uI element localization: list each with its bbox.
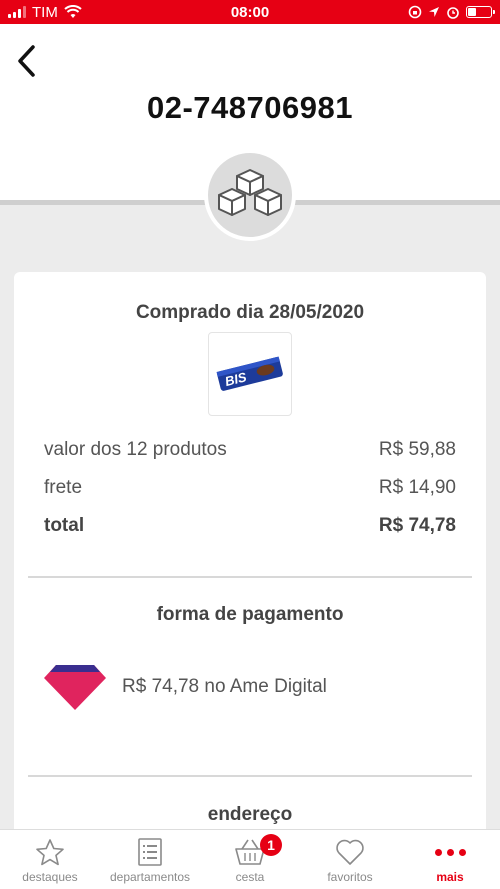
more-dots-icon: [434, 838, 466, 866]
carrier-name: TIM: [32, 3, 58, 21]
status-bar: TIM 08:00: [0, 0, 500, 24]
payment-title: forma de pagamento: [156, 604, 344, 625]
status-left: TIM: [8, 4, 82, 21]
wifi-icon: [64, 5, 82, 18]
tab-departamentos[interactable]: departamentos: [100, 830, 200, 884]
boxes-icon: [218, 169, 282, 216]
payment-method: R$ 74,78 no Ame Digital: [42, 662, 327, 712]
payment-description: R$ 74,78 no Ame Digital: [122, 676, 327, 697]
tab-label: favoritos: [327, 870, 373, 884]
tab-destaques[interactable]: destaques: [0, 830, 100, 884]
cart-count-badge: 1: [260, 834, 282, 856]
tab-label: departamentos: [109, 870, 191, 884]
total-label: total: [44, 515, 85, 536]
back-button[interactable]: [12, 44, 40, 78]
items-value: R$ 59,88: [378, 439, 456, 460]
section-divider: [28, 775, 472, 777]
signal-icon: [8, 6, 26, 18]
alarm-icon: [447, 7, 459, 19]
tab-label: destaques: [22, 870, 78, 884]
status-right: [408, 5, 495, 19]
ame-digital-icon: [44, 665, 106, 710]
battery-icon: [466, 6, 495, 18]
product-image: BIS: [216, 356, 283, 391]
order-number: 02-748706981: [147, 90, 353, 125]
tab-mais[interactable]: mais: [400, 830, 500, 884]
product-thumbnail[interactable]: BIS: [208, 332, 292, 416]
total-row: total R$ 74,78: [44, 515, 456, 537]
items-label: valor dos 12 produtos: [44, 439, 227, 460]
shipping-label: frete: [44, 477, 83, 498]
status-time: 08:00: [230, 3, 270, 21]
order-summary-card: Comprado dia 28/05/2020 BIS valor dos 12…: [14, 272, 486, 872]
location-icon: [429, 7, 439, 17]
tab-label: cesta: [235, 870, 265, 884]
list-icon: [138, 838, 162, 866]
address-title: endereço: [207, 804, 293, 825]
tab-label: mais: [436, 870, 464, 884]
bottom-tab-bar: destaques departamentos 1 cesta favorito…: [0, 829, 500, 889]
order-boxes-badge: [204, 149, 296, 241]
total-value: R$ 74,78: [378, 515, 456, 536]
section-divider: [28, 576, 472, 578]
purchase-date: Comprado dia 28/05/2020: [135, 302, 365, 323]
chevron-left-icon: [18, 45, 35, 77]
tab-cesta[interactable]: 1 cesta: [200, 830, 300, 884]
items-value-row: valor dos 12 produtos R$ 59,88: [44, 439, 456, 461]
star-icon: [36, 839, 64, 866]
rotation-lock-icon: [408, 5, 422, 19]
heart-icon: [336, 839, 364, 865]
tab-favoritos[interactable]: favoritos: [300, 830, 400, 884]
shipping-row: frete R$ 14,90: [44, 477, 456, 499]
shipping-value: R$ 14,90: [378, 477, 456, 498]
